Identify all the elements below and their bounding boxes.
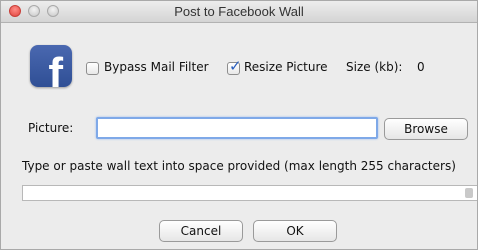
ok-button[interactable]: OK <box>253 220 337 242</box>
resize-picture-label[interactable]: Resize Picture <box>244 60 328 74</box>
window-title: Post to Facebook Wall <box>174 4 304 19</box>
cancel-button[interactable]: Cancel <box>159 220 243 242</box>
size-kb-value: 0 <box>417 60 425 74</box>
picture-label: Picture: <box>28 121 74 135</box>
dialog-window: Post to Facebook Wall f Bypass Mail Filt… <box>0 0 478 250</box>
wall-text-input[interactable] <box>22 185 477 201</box>
bypass-mail-filter-label[interactable]: Bypass Mail Filter <box>104 60 209 74</box>
resize-picture-checkbox[interactable]: ✓ <box>227 57 242 75</box>
checkmark-icon: ✓ <box>229 57 242 75</box>
facebook-logo-icon: f <box>30 45 72 87</box>
resize-grip-icon <box>465 188 473 198</box>
browse-button[interactable]: Browse <box>384 118 468 140</box>
wall-text-instruction: Type or paste wall text into space provi… <box>22 159 456 173</box>
bypass-mail-filter-checkbox[interactable] <box>86 62 99 75</box>
picture-path-input[interactable] <box>96 117 378 139</box>
facebook-logo-glyph: f <box>48 49 63 88</box>
title-bar[interactable]: Post to Facebook Wall <box>1 1 477 23</box>
size-kb-label: Size (kb): <box>346 60 403 74</box>
